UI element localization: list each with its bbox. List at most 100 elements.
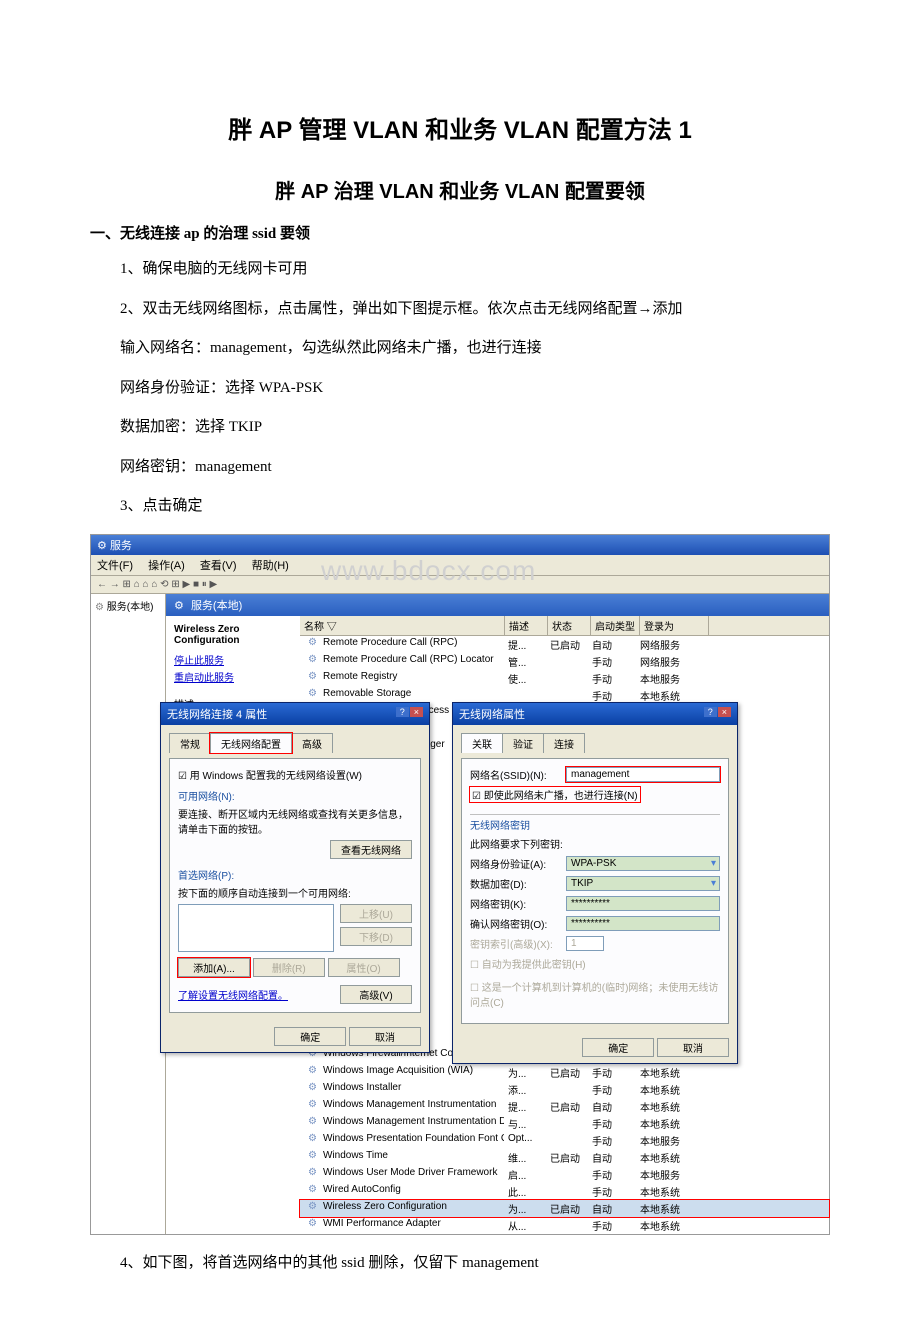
service-row[interactable]: ⚙Windows Time维...已启动自动本地系统: [300, 1149, 829, 1166]
move-up-button[interactable]: 上移(U): [340, 904, 412, 923]
service-row[interactable]: ⚙Windows Management Instrumentation Driv…: [300, 1115, 829, 1132]
gear-icon: ⚙: [304, 636, 321, 649]
learn-link[interactable]: 了解设置无线网络配置。: [178, 987, 288, 1002]
service-row[interactable]: ⚙Windows Management Instrumentation提...已…: [300, 1098, 829, 1115]
gear-icon: ⚙: [304, 1098, 321, 1111]
service-row[interactable]: ⚙WMI Performance Adapter从...手动本地系统: [300, 1217, 829, 1234]
step-3: 3、点击确定: [90, 494, 830, 520]
step-4: 4、如下图，将首选网络中的其他 ssid 删除，仅留下 management: [90, 1251, 830, 1277]
dialog-titlebar: 无线网络连接 4 属性 ?×: [161, 703, 429, 725]
key-index-label: 密钥索引(高级)(X):: [470, 936, 566, 951]
gear-icon: ⚙: [304, 1217, 321, 1230]
close-icon[interactable]: ×: [718, 707, 731, 717]
wireless-props-dialog: 无线网络连接 4 属性 ?× 常规 无线网络配置 高级 ☑ 用 Windows …: [160, 702, 430, 1053]
gear-icon: ⚙: [304, 1183, 321, 1196]
service-row[interactable]: ⚙Remote Procedure Call (RPC) Locator管...…: [300, 653, 829, 670]
key-section-label: 无线网络密钥: [470, 814, 720, 832]
doc-subtitle: 胖 AP 治理 VLAN 和业务 VLAN 配置要领: [90, 175, 830, 204]
gear-icon: ⚙: [304, 653, 321, 666]
menu-help[interactable]: 帮助(H): [252, 560, 289, 572]
step-2e: 网络密钥：management: [90, 455, 830, 481]
step-2d: 数据加密：选择 TKIP: [90, 415, 830, 441]
panel-header: ⚙ 服务(本地): [166, 594, 829, 616]
step-2c: 网络身份验证：选择 WPA-PSK: [90, 376, 830, 402]
key-label: 网络密钥(K):: [470, 896, 566, 911]
gear-icon: ⚙: [95, 602, 104, 613]
gear-icon: ⚙: [304, 1081, 321, 1094]
tab-wireless-config[interactable]: 无线网络配置: [210, 733, 292, 753]
service-row[interactable]: ⚙Windows Image Acquisition (WIA)为...已启动手…: [300, 1064, 829, 1081]
delete-button[interactable]: 删除(R): [253, 958, 325, 977]
ok-button[interactable]: 确定: [274, 1027, 346, 1046]
preferred-listbox[interactable]: [178, 904, 334, 952]
tab-auth[interactable]: 验证: [502, 733, 544, 753]
tabs: 常规 无线网络配置 高级: [169, 733, 421, 753]
tab-association[interactable]: 关联: [461, 733, 503, 753]
help-icon[interactable]: ?: [396, 707, 409, 717]
close-icon[interactable]: ×: [410, 707, 423, 717]
preferred-text: 按下面的顺序自动连接到一个可用网络:: [178, 885, 412, 900]
help-icon[interactable]: ?: [704, 707, 717, 717]
ok-button[interactable]: 确定: [582, 1038, 654, 1057]
dialog-title: 无线网络连接 4 属性: [167, 706, 267, 722]
chk-adhoc: ☐ 这是一个计算机到计算机的(临时)网络；未使用无线访问点(C): [470, 979, 720, 1009]
gear-icon: ⚙: [304, 1166, 321, 1179]
dialog-titlebar: 无线网络属性 ?×: [453, 703, 737, 725]
key-confirm-label: 确认网络密钥(O):: [470, 916, 566, 931]
gear-icon: ⚙: [174, 600, 184, 612]
dialog-title: 无线网络属性: [459, 706, 525, 722]
step-1: 1、确保电脑的无线网卡可用: [90, 257, 830, 283]
menu-view[interactable]: 查看(V): [200, 560, 237, 572]
menu-action[interactable]: 操作(A): [148, 560, 185, 572]
link-stop-service[interactable]: 停止此服务: [174, 652, 292, 667]
key-input[interactable]: **********: [566, 896, 720, 911]
cancel-button[interactable]: 取消: [657, 1038, 729, 1057]
key-confirm-input[interactable]: **********: [566, 916, 720, 931]
key-intro: 此网络要求下列密钥:: [470, 836, 720, 851]
properties-button[interactable]: 属性(O): [328, 958, 400, 977]
ssid-input[interactable]: management: [566, 767, 720, 782]
tab-general[interactable]: 常规: [169, 733, 211, 753]
chk-use-windows[interactable]: ☑ 用 Windows 配置我的无线网络设置(W): [178, 767, 412, 782]
menu-file[interactable]: 文件(F): [97, 560, 133, 572]
chk-auto-key: ☐ 自动为我提供此密钥(H): [470, 956, 720, 971]
tabs: 关联 验证 连接: [461, 733, 729, 753]
col-desc[interactable]: 描述: [505, 616, 548, 635]
col-name[interactable]: 名称 ▽: [300, 616, 505, 635]
chk-connect-hidden[interactable]: ☑ 即使此网络未广播，也进行连接(N): [470, 787, 640, 802]
panel-title: 服务(本地): [191, 600, 242, 612]
move-down-button[interactable]: 下移(D): [340, 927, 412, 946]
service-row[interactable]: ⚙Wireless Zero Configuration为...已启动自动本地系…: [300, 1200, 829, 1217]
gear-icon: ⚙: [304, 1200, 321, 1213]
avail-networks-label: 可用网络(N):: [178, 788, 412, 803]
section-heading: 一、无线连接 ap 的治理 ssid 要领: [90, 222, 830, 243]
service-row[interactable]: ⚙Remote Procedure Call (RPC)提...已启动自动网络服…: [300, 636, 829, 653]
tab-connection[interactable]: 连接: [543, 733, 585, 753]
encryption-select[interactable]: TKIP: [566, 876, 720, 891]
tab-advanced[interactable]: 高级: [291, 733, 333, 753]
service-row[interactable]: ⚙Windows Installer添...手动本地系统: [300, 1081, 829, 1098]
service-row[interactable]: ⚙Windows Presentation Foundation Font Ca…: [300, 1132, 829, 1149]
window-titlebar: ⚙ 服务: [91, 535, 829, 555]
col-login[interactable]: 登录为: [640, 616, 709, 635]
tree-root[interactable]: 服务(本地): [107, 602, 154, 613]
service-row[interactable]: ⚙Remote Registry使...手动本地服务: [300, 670, 829, 687]
detail-service-name: Wireless Zero Configuration: [174, 624, 292, 646]
col-startup[interactable]: 启动类型: [591, 616, 640, 635]
toolbar[interactable]: ← → ⊞ ⌂ ⌂ ⌂ ⟲ ⊞ ▶ ■ ⏸ ▶: [91, 576, 829, 594]
tree-pane: ⚙ 服务(本地): [91, 594, 166, 1234]
advanced-button[interactable]: 高级(V): [340, 985, 412, 1004]
gear-icon: ⚙: [304, 1115, 321, 1128]
col-status[interactable]: 状态: [548, 616, 591, 635]
step-2b: 输入网络名：management，勾选纵然此网络未广播，也进行连接: [90, 336, 830, 362]
link-restart-service[interactable]: 重启动此服务: [174, 669, 292, 684]
add-button[interactable]: 添加(A)...: [178, 958, 250, 977]
gear-icon: ⚙: [304, 1132, 321, 1145]
service-row[interactable]: ⚙Windows User Mode Driver Framework启...手…: [300, 1166, 829, 1183]
doc-title: 胖 AP 管理 VLAN 和业务 VLAN 配置方法 1: [90, 110, 830, 145]
auth-select[interactable]: WPA-PSK: [566, 856, 720, 871]
cancel-button[interactable]: 取消: [349, 1027, 421, 1046]
key-index-spinner: 1: [566, 936, 604, 951]
service-row[interactable]: ⚙Wired AutoConfig此...手动本地系统: [300, 1183, 829, 1200]
view-networks-button[interactable]: 查看无线网络: [330, 840, 412, 859]
